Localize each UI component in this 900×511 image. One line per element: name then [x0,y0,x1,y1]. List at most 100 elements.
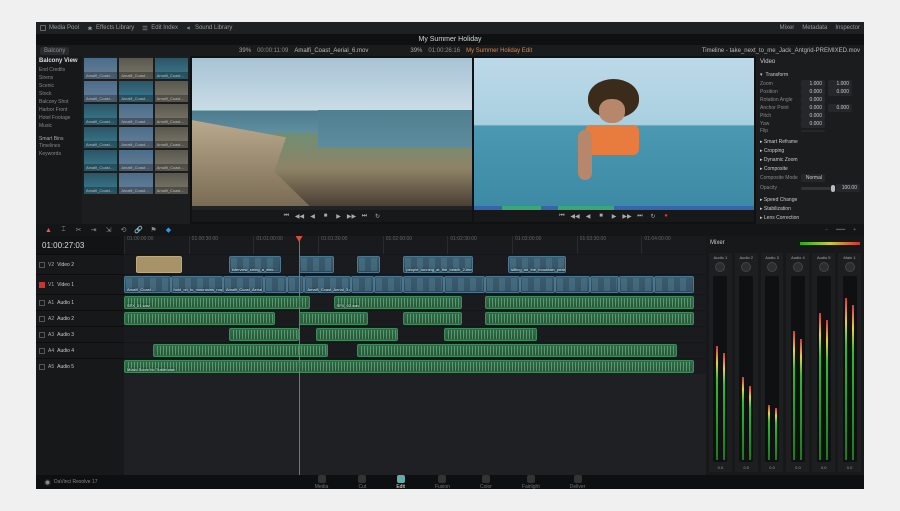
bin-item[interactable]: Sirens [39,74,79,82]
track-arm-toggle[interactable] [39,282,45,288]
param-value[interactable]: 0.000 [801,88,825,96]
video-clip[interactable] [555,276,590,293]
param-value[interactable]: 1.000 [828,80,852,88]
last-frame-button[interactable]: ⏭ [361,212,369,220]
clip-thumbnail[interactable] [155,150,188,171]
param-value[interactable] [801,130,825,132]
audio-clip[interactable] [124,312,275,325]
audio-track[interactable] [124,310,706,326]
audio-track-header[interactable]: A1Audio 1 [36,294,124,310]
smart-bin-item[interactable]: Keywords [39,150,79,158]
video-track[interactable]: Amalfi_Coast...hold_on_to_mountains_road… [124,274,706,294]
page-tab-deliver[interactable]: Deliver [570,475,586,490]
bin-item[interactable]: Balcony Shot [39,98,79,106]
clip-thumbnail[interactable] [84,127,117,148]
play-button[interactable]: ▶ [335,212,343,220]
step-back-button[interactable]: ◀◀ [296,212,304,220]
inspector-section[interactable]: ▸ Cropping [760,148,860,154]
audio-clip[interactable] [299,312,369,325]
track-arm-toggle[interactable] [39,262,45,268]
audio-track[interactable]: SFX_01.wavSFX_02.wav [124,294,706,310]
program-scrub-bar[interactable] [474,206,754,210]
video-track-header[interactable]: V2Video 2 [36,254,124,274]
clip-thumbnail[interactable] [155,58,188,79]
page-tab-fusion[interactable]: Fusion [435,475,450,490]
insert-tool[interactable]: ⇥ [89,226,98,235]
stop-button[interactable]: ■ [322,212,330,220]
video-clip[interactable]: interview_string_a_elec... [229,256,281,273]
inspector-section[interactable]: ▸ Lens Correction [760,215,860,221]
step-fwd-button[interactable]: ▶▶ [623,212,631,220]
video-clip[interactable]: Amalfi_Coast_Aerial_3.mov [304,276,351,293]
clip-thumbnail[interactable] [119,150,152,171]
tab-sound-library[interactable]: Sound Library [186,25,232,31]
record-button[interactable]: ● [662,212,670,220]
audio-clip[interactable] [485,312,695,325]
audio-track-header[interactable]: A3Audio 3 [36,326,124,342]
video-clip[interactable] [520,276,555,293]
opacity-value[interactable]: 100.00 [836,184,860,192]
clip-thumbnail[interactable] [84,81,117,102]
clip-thumbnail[interactable] [119,81,152,102]
link-tool[interactable]: 🔗 [134,226,143,235]
page-tab-media[interactable]: Media [315,475,329,490]
audio-track-header[interactable]: A2Audio 2 [36,310,124,326]
video-track-header[interactable]: V1Video 1 [36,274,124,294]
video-clip[interactable] [299,256,334,273]
audio-clip[interactable]: SFX_02.wav [334,296,462,309]
bin-item[interactable]: Music [39,122,79,130]
clip-thumbnail[interactable] [119,104,152,125]
param-value[interactable]: 0.000 [801,112,825,120]
audio-clip[interactable] [403,312,461,325]
bin-selector[interactable]: Balcony [40,47,69,55]
page-tab-edit[interactable]: Edit [396,475,405,490]
tab-mixer[interactable]: Mixer [780,25,795,31]
bin-item[interactable]: Stock [39,90,79,98]
param-value[interactable]: 0.000 [801,120,825,128]
inspector-section[interactable]: ▸ Smart Reframe [760,139,860,145]
play-reverse-button[interactable]: ◀ [584,212,592,220]
pan-knob[interactable] [715,262,725,272]
selection-tool[interactable]: ▲ [44,226,53,235]
video-clip[interactable] [619,276,654,293]
bin-item[interactable]: End Credits [39,66,79,74]
video-clip[interactable]: people_running_at_the_beach_2.mov [403,256,473,273]
video-clip[interactable] [374,276,403,293]
clip-thumbnail[interactable] [119,58,152,79]
audio-clip[interactable]: Music Score for Trailer.wav [124,360,694,373]
clip-thumbnail[interactable] [84,150,117,171]
video-clip[interactable] [136,256,183,273]
sequence-name[interactable]: My Summer Holiday Edit [466,48,532,54]
pan-knob[interactable] [819,262,829,272]
tab-inspector[interactable]: Inspector [835,25,860,31]
source-zoom[interactable]: 39% [239,48,251,54]
source-scrub-bar[interactable] [192,206,472,210]
channel-fader[interactable] [843,276,857,462]
pan-knob[interactable] [767,262,777,272]
timeline-area[interactable]: 01:00:00:0001:00:30:0001:01:00:0001:01:3… [124,236,706,475]
track-arm-toggle[interactable] [39,316,45,322]
step-fwd-button[interactable]: ▶▶ [348,212,356,220]
clip-thumbnail[interactable] [155,81,188,102]
video-clip[interactable] [485,276,520,293]
tab-edit-index[interactable]: Edit Index [142,25,178,31]
video-clip[interactable]: Amalfi_Coast_Aerial_2.mov [223,276,264,293]
last-frame-button[interactable]: ⏭ [636,212,644,220]
inspector-section[interactable]: ▸ Speed Change [760,197,860,203]
bin-item[interactable]: Hotel Footage [39,114,79,122]
clip-thumbnail[interactable] [119,127,152,148]
audio-clip[interactable] [357,344,677,357]
audio-track[interactable] [124,326,706,342]
video-clip[interactable] [654,276,695,293]
timeline-ruler[interactable]: 01:00:00:0001:00:30:0001:01:00:0001:01:3… [124,236,706,254]
page-tab-cut[interactable]: Cut [358,475,366,490]
blade-tool[interactable]: ✂ [74,226,83,235]
clip-thumbnail[interactable] [119,173,152,194]
param-value[interactable]: 0.000 [828,104,852,112]
audio-clip[interactable] [316,328,397,341]
stop-button[interactable]: ■ [597,212,605,220]
tab-metadata[interactable]: Metadata [802,25,827,31]
inspector-section-transform[interactable]: ▾Transform [760,72,860,78]
flag-tool[interactable]: ⚑ [149,226,158,235]
param-value[interactable]: 0.000 [828,88,852,96]
